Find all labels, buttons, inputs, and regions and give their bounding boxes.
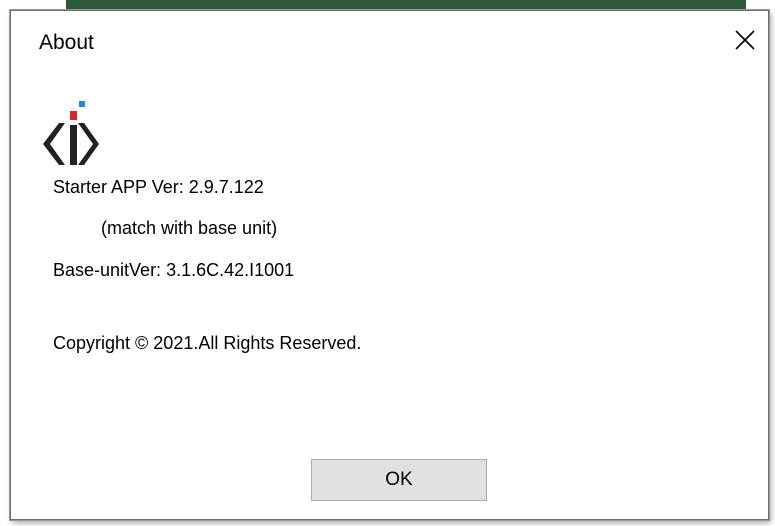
match-note-text: (match with base unit) bbox=[101, 218, 278, 238]
copyright-text: Copyright © 2021.All Rights Reserved. bbox=[53, 333, 362, 353]
dialog-title: About bbox=[39, 31, 94, 54]
about-dialog: About Starter APP Ver: 2.9.7.122 (match … bbox=[10, 10, 769, 520]
close-icon bbox=[735, 30, 755, 50]
app-version-text: Starter APP Ver: 2.9.7.122 bbox=[53, 177, 264, 197]
app-logo-icon bbox=[43, 101, 99, 165]
close-button[interactable] bbox=[722, 11, 768, 69]
base-unit-version-text: Base-unitVer: 3.1.6C.42.I1001 bbox=[53, 260, 295, 280]
dialog-titlebar: About bbox=[11, 11, 768, 73]
ok-button[interactable]: OK bbox=[311, 459, 487, 501]
